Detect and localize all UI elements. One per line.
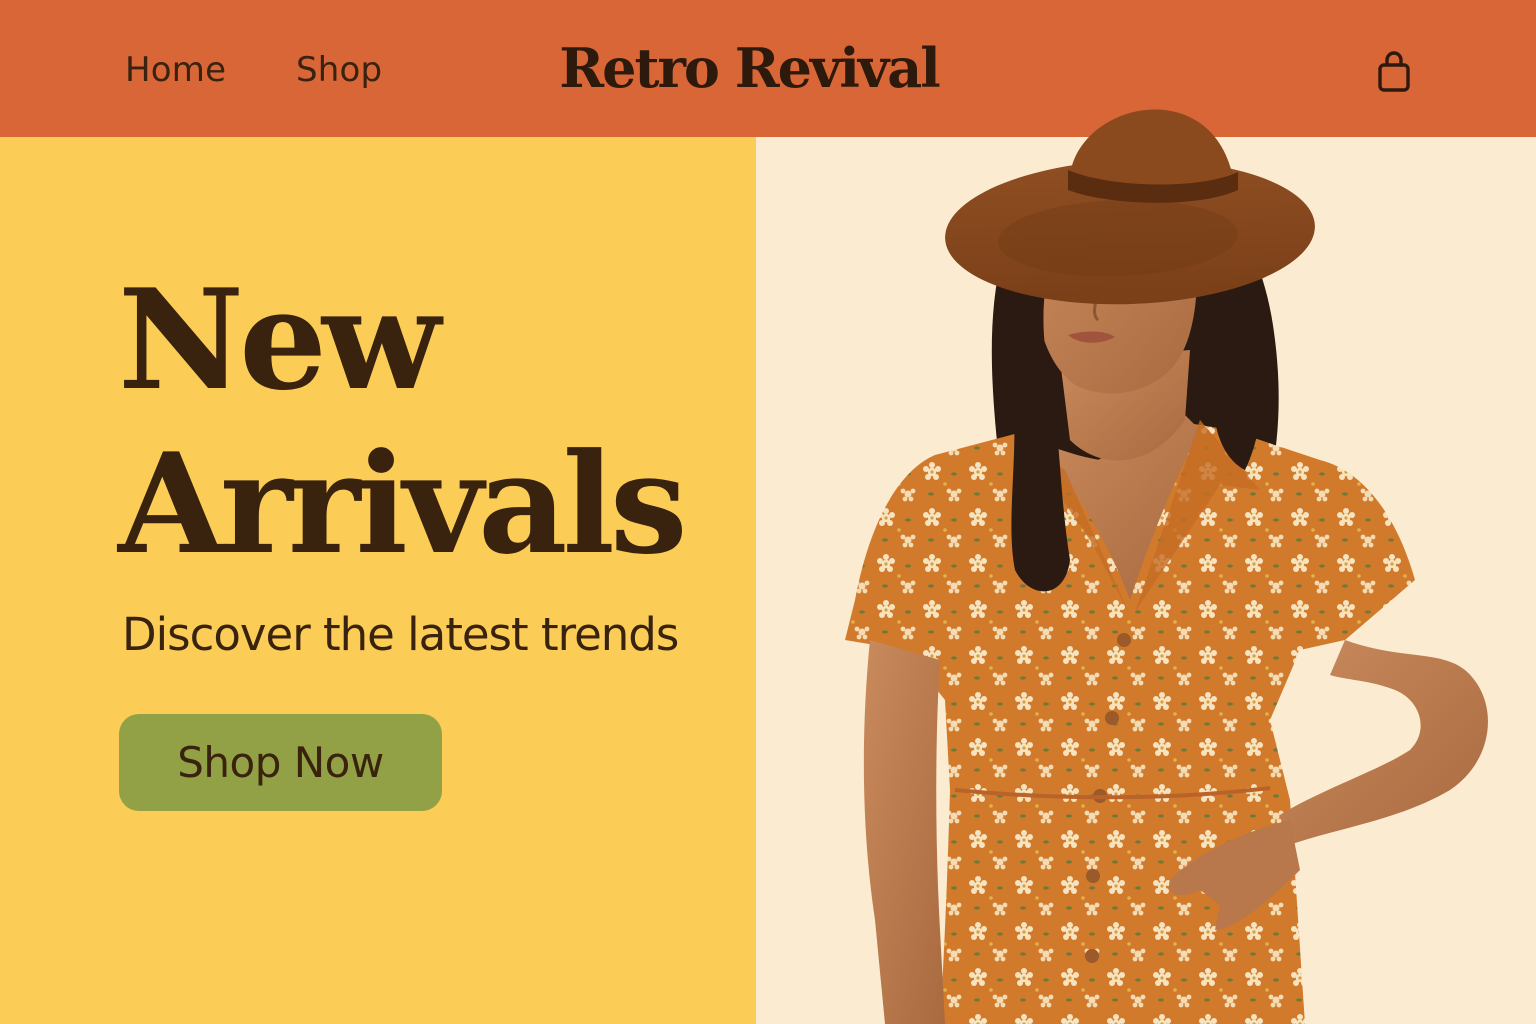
cart-button[interactable] xyxy=(1374,50,1414,94)
site-header: Home Shop Retro Revival xyxy=(0,0,1536,137)
hero-image-panel xyxy=(756,137,1536,1024)
hero-headline: New Arrivals xyxy=(118,258,758,586)
hero-subtitle: Discover the latest trends xyxy=(122,608,679,661)
brand-logo[interactable]: Retro Revival xyxy=(0,36,1498,100)
page: Home Shop Retro Revival New Arrivals Dis… xyxy=(0,0,1536,1024)
headline-line-1: New xyxy=(118,258,441,421)
headline-line-2: Arrivals xyxy=(118,422,688,585)
shopping-bag-icon xyxy=(1378,51,1410,92)
shop-now-button[interactable]: Shop Now xyxy=(119,714,442,811)
